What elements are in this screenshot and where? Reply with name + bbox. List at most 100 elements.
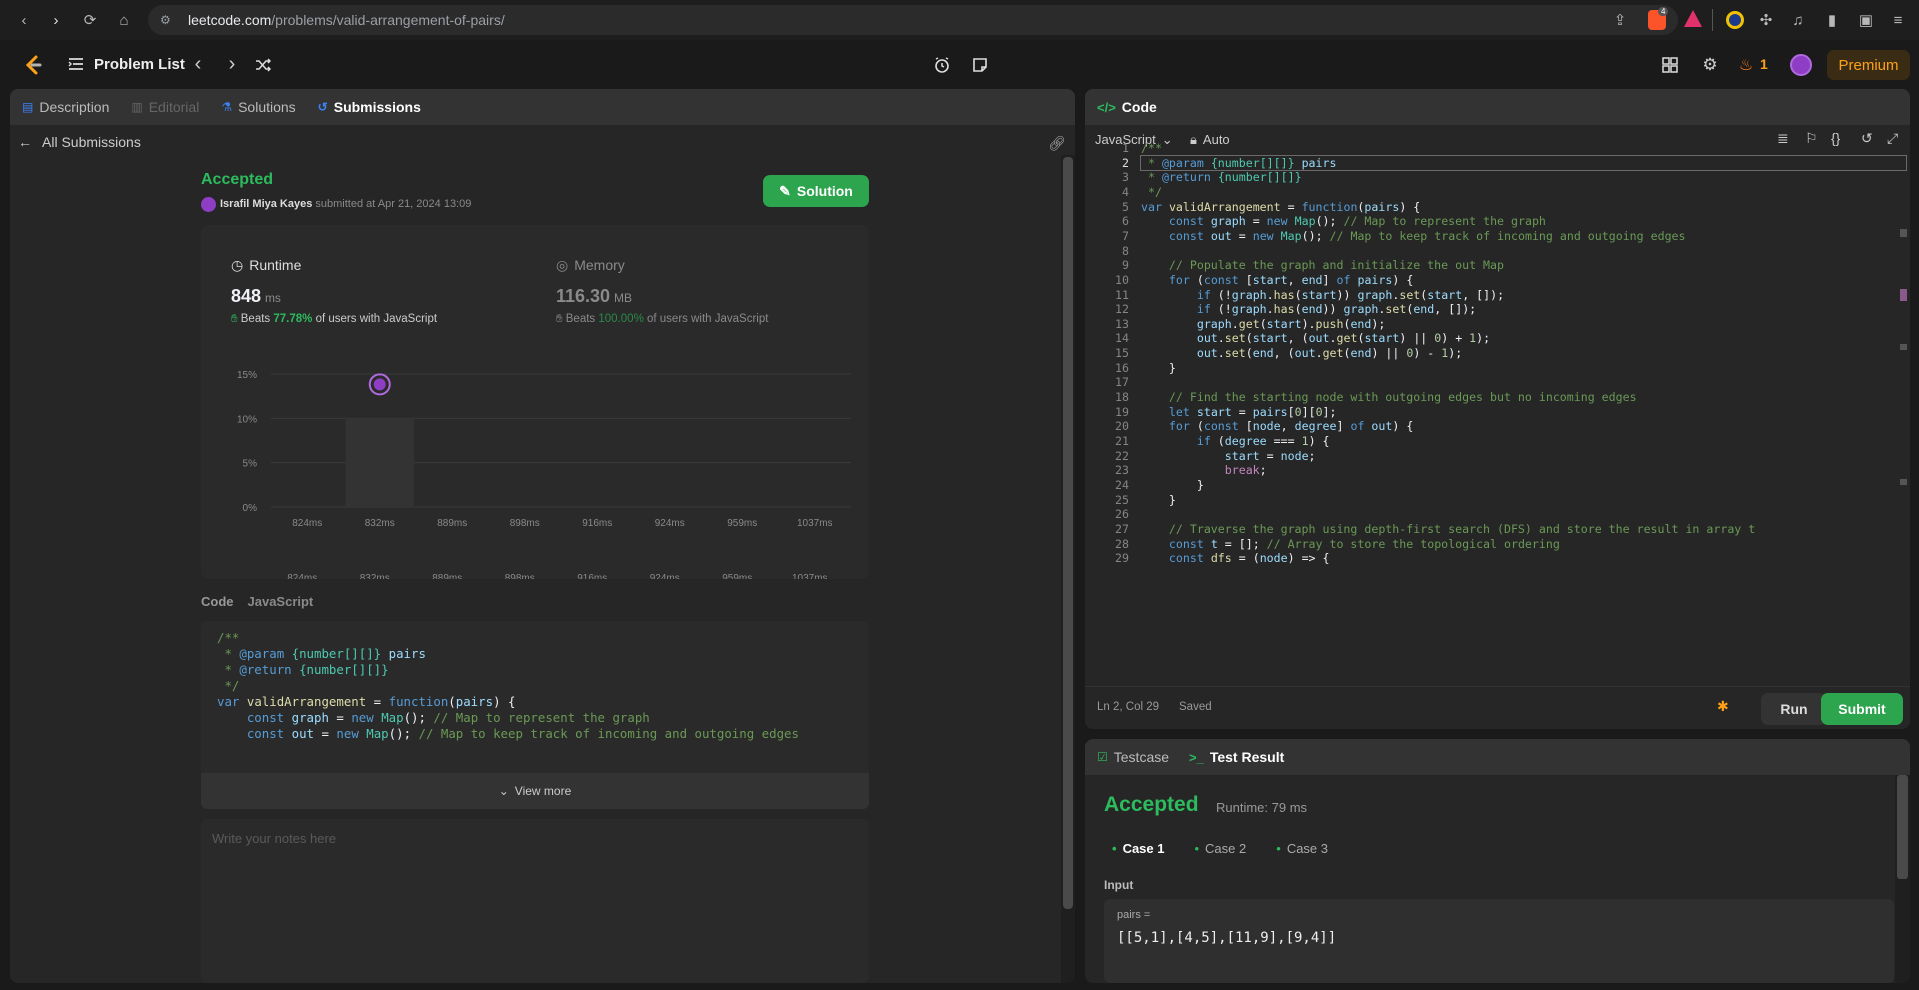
- list-icon[interactable]: [68, 56, 84, 72]
- tab-submissions[interactable]: ↺ Submissions: [318, 99, 421, 115]
- prev-problem-icon[interactable]: ‹: [188, 53, 208, 75]
- all-submissions-link[interactable]: ← All Submissions: [18, 134, 141, 150]
- snippet-line: * @return {number[][]}: [217, 662, 389, 677]
- premium-button[interactable]: Premium: [1827, 50, 1910, 80]
- link-icon[interactable]: 🔗︎: [1048, 135, 1066, 152]
- problem-list-link[interactable]: Problem List: [94, 56, 185, 73]
- code-line[interactable]: if (degree === 1) {: [1141, 434, 1330, 448]
- code-line[interactable]: for (const [node, degree] of out) {: [1141, 419, 1413, 433]
- solution-button[interactable]: ✎ Solution: [763, 175, 869, 207]
- code-line[interactable]: for (const [start, end] of pairs) {: [1141, 273, 1413, 287]
- case-tab-1[interactable]: • Case 1: [1112, 841, 1164, 856]
- tab-solutions[interactable]: ⚗ Solutions: [221, 99, 295, 115]
- timer-icon[interactable]: [932, 55, 952, 75]
- debug-icon[interactable]: ✱: [1717, 698, 1729, 715]
- code-line[interactable]: const graph = new Map(); // Map to repre…: [1141, 214, 1546, 228]
- code-line[interactable]: out.set(end, (out.get(end) || 0) - 1);: [1141, 346, 1462, 360]
- line-number: 22: [1115, 448, 1129, 463]
- menu-icon[interactable]: ≡: [1888, 10, 1908, 30]
- case-tab-3[interactable]: • Case 3: [1276, 841, 1328, 856]
- editor-content[interactable]: 1 /** 2 * @param {number[][]} pairs 3 * @re…: [1085, 133, 1910, 645]
- x-range-label: 824ms: [287, 573, 317, 579]
- line-number: 1: [1122, 141, 1129, 155]
- tab-testcase[interactable]: ☑ Testcase: [1097, 749, 1169, 765]
- streak-count[interactable]: 1: [1760, 56, 1768, 72]
- code-line[interactable]: // Populate the graph and initialize the…: [1141, 258, 1504, 272]
- tab-editorial[interactable]: ▥ Editorial: [131, 99, 199, 115]
- code-line[interactable]: const out = new Map(); // Map to keep tr…: [1141, 229, 1686, 243]
- code-line[interactable]: var validArrangement = function(pairs) {: [1141, 200, 1420, 214]
- code-line[interactable]: graph.get(start).push(end);: [1141, 317, 1386, 331]
- tab-code[interactable]: </> Code: [1097, 99, 1157, 115]
- code-line[interactable]: */: [1141, 185, 1162, 199]
- hand-icon: ✋︎: [231, 313, 238, 325]
- runtime-header[interactable]: ◷ Runtime: [231, 257, 301, 274]
- back-icon[interactable]: ‹: [14, 10, 34, 30]
- user-avatar[interactable]: [1790, 54, 1812, 76]
- code-line[interactable]: /**: [1141, 141, 1162, 155]
- code-line[interactable]: const t = []; // Array to store the topo…: [1141, 537, 1560, 551]
- code-line[interactable]: if (!graph.has(end)) graph.set(end, []);: [1141, 302, 1476, 316]
- extensions-icon[interactable]: ✣: [1756, 10, 1776, 30]
- submit-button[interactable]: Submit: [1821, 693, 1903, 725]
- code-language: JavaScript: [247, 594, 314, 609]
- fire-icon[interactable]: ♨: [1738, 55, 1754, 75]
- code-line[interactable]: // Traverse the graph using depth-first …: [1141, 522, 1755, 536]
- memory-header[interactable]: ◎ Memory: [556, 257, 625, 274]
- x-range-label: 916ms: [577, 573, 607, 579]
- code-editor-panel: </> Code JavaScript ⌄ 🔒︎ Auto ≣ ⚐ {} ↺ ⤢ 1/…: [1085, 89, 1910, 729]
- url-text[interactable]: leetcode.com/problems/valid-arrangement-…: [188, 12, 505, 28]
- code-line[interactable]: }: [1141, 493, 1176, 507]
- media-icon[interactable]: ♫: [1788, 10, 1808, 30]
- line-number: 11: [1115, 287, 1129, 302]
- settings-gear-icon[interactable]: ⚙: [1700, 55, 1720, 75]
- shuffle-icon[interactable]: [254, 56, 272, 74]
- x-range-label: 832ms: [360, 573, 390, 579]
- wallet-icon[interactable]: ▣: [1856, 10, 1876, 30]
- forward-icon[interactable]: ›: [46, 10, 66, 30]
- view-more-button[interactable]: ⌄ View more: [201, 773, 869, 809]
- share-icon[interactable]: ⇪: [1610, 10, 1630, 30]
- layout-icon[interactable]: [1660, 55, 1680, 75]
- code-line[interactable]: start = node;: [1141, 449, 1316, 463]
- line-number: 4: [1122, 184, 1129, 199]
- checkbox-icon: ☑: [1097, 750, 1108, 764]
- site-settings-icon[interactable]: ⚙: [160, 13, 171, 27]
- code-line[interactable]: // Find the starting node with outgoing …: [1141, 390, 1637, 404]
- user-name[interactable]: Israfil Miya Kayes: [220, 198, 312, 210]
- line-number: 26: [1115, 507, 1129, 522]
- x-tick-label: 1037ms: [797, 518, 833, 529]
- code-line[interactable]: if (!graph.has(start)) graph.set(start, …: [1141, 288, 1504, 302]
- code-line[interactable]: const dfs = (node) => {: [1141, 551, 1330, 565]
- code-line[interactable]: }: [1141, 361, 1176, 375]
- code-line[interactable]: }: [1141, 478, 1204, 492]
- tab-test-result[interactable]: >_ Test Result: [1189, 749, 1284, 765]
- x-range-label: 889ms: [432, 573, 462, 579]
- tab-description[interactable]: ▤ Description: [22, 99, 109, 115]
- code-line[interactable]: let start = pairs[0][0];: [1141, 405, 1337, 419]
- test-panel: ☑ Testcase >_ Test Result Accepted Runtime…: [1085, 739, 1910, 983]
- code-line[interactable]: out.set(start, (out.get(start) || 0) + 1…: [1141, 331, 1490, 345]
- line-number: 27: [1115, 521, 1129, 536]
- x-range-label: 1037ms: [792, 573, 828, 579]
- scrollbar-thumb[interactable]: [1063, 157, 1073, 909]
- sidebar-icon[interactable]: ▮: [1822, 10, 1842, 30]
- leetcode-logo-icon[interactable]: [22, 54, 44, 76]
- run-button[interactable]: Run: [1761, 693, 1827, 725]
- next-problem-icon[interactable]: ›: [222, 53, 242, 75]
- param-value: [[5,1],[4,5],[11,9],[9,4]]: [1117, 930, 1337, 946]
- home-icon[interactable]: ⌂: [114, 10, 134, 30]
- extension-icon[interactable]: [1726, 11, 1744, 29]
- code-line[interactable]: break;: [1141, 463, 1267, 477]
- line-number: 12: [1115, 302, 1129, 317]
- test-scrollbar-thumb[interactable]: [1897, 775, 1908, 879]
- editor-tab-bar: </> Code: [1085, 89, 1910, 125]
- reload-icon[interactable]: ⟳: [80, 10, 100, 30]
- brave-rewards-icon[interactable]: [1684, 10, 1702, 27]
- case-tab-2[interactable]: • Case 2: [1194, 841, 1246, 856]
- hand-icon: ✋︎: [556, 313, 563, 325]
- submission-status: Accepted: [201, 171, 274, 188]
- code-line[interactable]: * @param {number[][]} pairs: [1141, 156, 1337, 170]
- code-line[interactable]: * @return {number[][]}: [1141, 170, 1302, 184]
- notes-icon[interactable]: [970, 55, 990, 75]
